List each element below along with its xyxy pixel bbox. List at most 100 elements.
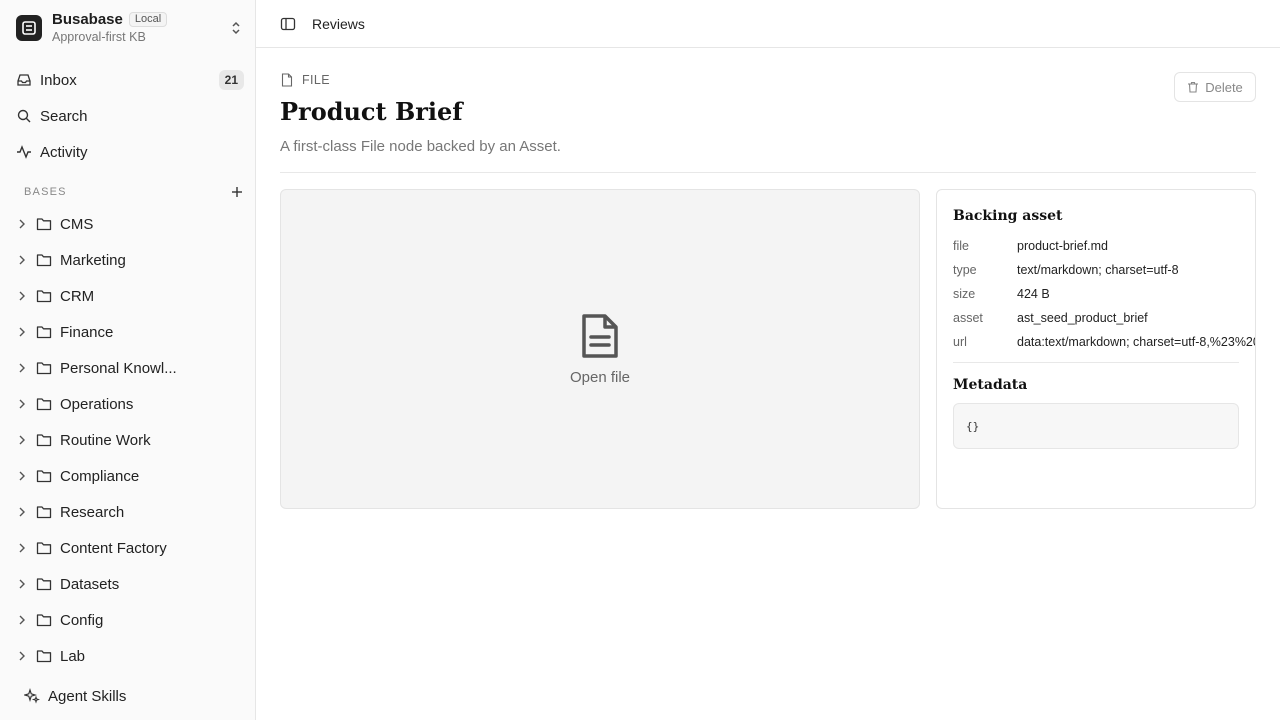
base-item[interactable]: Research	[16, 494, 244, 530]
delete-button[interactable]: Delete	[1174, 72, 1256, 102]
folder-icon	[36, 396, 52, 412]
folder-icon	[36, 648, 52, 664]
bases-list: CMS Marketing CRM Finance Personal Knowl... O…	[16, 206, 244, 674]
chevron-right-icon[interactable]	[16, 506, 28, 518]
asset-value: ast_seed_product_brief	[1017, 311, 1148, 325]
asset-row-type: type text/markdown; charset=utf-8	[953, 263, 1255, 277]
base-item[interactable]: Finance	[16, 314, 244, 350]
details-divider	[953, 362, 1239, 363]
trash-icon	[1187, 81, 1199, 93]
workspace-switcher[interactable]: Busabase Local Approval-first KB	[16, 10, 244, 46]
folder-icon	[36, 504, 52, 520]
asset-key: type	[953, 263, 977, 277]
folder-icon	[36, 468, 52, 484]
file-preview[interactable]: Open file	[280, 189, 920, 509]
base-item-label: CMS	[60, 215, 94, 233]
base-item[interactable]: Personal Knowl...	[16, 350, 244, 386]
base-item-label: Content Factory	[60, 539, 167, 557]
breadcrumb[interactable]: Reviews	[312, 16, 365, 32]
asset-value: product-brief.md	[1017, 239, 1109, 253]
document-icon	[582, 313, 618, 358]
page-description: A first-class File node backed by an Ass…	[280, 138, 561, 155]
base-item-label: Marketing	[60, 251, 126, 269]
plus-icon[interactable]	[230, 185, 244, 199]
base-item-label: Lab	[60, 647, 86, 665]
bases-title: BASES	[24, 186, 67, 198]
chevron-right-icon[interactable]	[16, 434, 28, 446]
base-item[interactable]: CMS	[16, 206, 244, 242]
chevron-right-icon[interactable]	[16, 398, 28, 410]
asset-row-asset: asset ast_seed_product_brief	[953, 311, 1255, 325]
header-divider	[280, 172, 1256, 173]
base-item-label: Personal Knowl...	[60, 359, 177, 377]
delete-label: Delete	[1205, 79, 1243, 95]
workspace-subtitle: Approval-first KB	[52, 30, 146, 45]
chevron-right-icon[interactable]	[16, 326, 28, 338]
asset-row-size: size 424 B	[953, 287, 1255, 301]
folder-icon	[36, 360, 52, 376]
base-item-label: Finance	[60, 323, 114, 341]
open-file-link[interactable]: Open file	[570, 369, 630, 386]
metadata-json: {}	[953, 403, 1239, 449]
bases-header: BASES	[24, 184, 244, 200]
base-item-label: Research	[60, 503, 125, 521]
nav-search-label: Search	[40, 107, 88, 125]
chevron-right-icon[interactable]	[16, 578, 28, 590]
chevron-right-icon[interactable]	[16, 290, 28, 302]
activity-icon	[16, 144, 32, 160]
workspace-badge: Local	[128, 12, 168, 28]
chevron-right-icon[interactable]	[16, 470, 28, 482]
base-item-label: Routine Work	[60, 431, 151, 449]
asset-value: 424 B	[1017, 287, 1050, 301]
workspace-name: Busabase	[52, 11, 123, 29]
asset-row-file: file product-brief.md	[953, 239, 1255, 253]
asset-key: asset	[953, 311, 983, 325]
agent-skills-label: Agent Skills	[48, 687, 127, 705]
asset-key: url	[953, 335, 967, 349]
folder-icon	[36, 216, 52, 232]
chevron-right-icon[interactable]	[16, 614, 28, 626]
inbox-icon	[16, 72, 32, 88]
base-item[interactable]: Config	[16, 602, 244, 638]
details-panel: Backing asset file product-brief.md type…	[936, 189, 1256, 509]
search-icon	[16, 108, 32, 124]
folder-icon	[36, 576, 52, 592]
sidebar: Busabase Local Approval-first KB Inbox 2…	[0, 0, 256, 720]
folder-icon	[36, 324, 52, 340]
base-item[interactable]: Datasets	[16, 566, 244, 602]
nav-agent-skills[interactable]: Agent Skills	[24, 685, 126, 707]
nav-search[interactable]: Search	[16, 103, 244, 129]
base-item[interactable]: Operations	[16, 386, 244, 422]
base-item[interactable]: Content Factory	[16, 530, 244, 566]
folder-icon	[36, 540, 52, 556]
metadata-title: Metadata	[953, 377, 1028, 393]
nav-activity[interactable]: Activity	[16, 139, 244, 165]
node-kind: FILE	[280, 72, 330, 88]
folder-icon	[36, 612, 52, 628]
top-bar: Reviews	[256, 0, 1280, 48]
workspace-logo-icon	[16, 15, 42, 41]
asset-value: text/markdown; charset=utf-8	[1017, 263, 1179, 277]
sidebar-toggle-icon[interactable]	[280, 16, 296, 32]
chevron-right-icon[interactable]	[16, 650, 28, 662]
chevron-up-down-icon[interactable]	[228, 20, 244, 36]
base-item[interactable]: Marketing	[16, 242, 244, 278]
chevron-right-icon[interactable]	[16, 362, 28, 374]
workspace-text: Busabase Local Approval-first KB	[52, 12, 228, 44]
asset-url-value[interactable]: data:text/markdown; charset=utf-8,%23%20…	[1017, 335, 1255, 349]
base-item[interactable]: Routine Work	[16, 422, 244, 458]
base-item[interactable]: CRM	[16, 278, 244, 314]
base-item[interactable]: Lab	[16, 638, 244, 674]
file-icon	[280, 73, 294, 87]
chevron-right-icon[interactable]	[16, 542, 28, 554]
nav-activity-label: Activity	[40, 143, 88, 161]
base-item[interactable]: Compliance	[16, 458, 244, 494]
chevron-right-icon[interactable]	[16, 254, 28, 266]
base-item-label: Config	[60, 611, 104, 629]
base-item-label: Datasets	[60, 575, 120, 593]
base-item-label: Operations	[60, 395, 134, 413]
asset-key: file	[953, 239, 969, 253]
nav-inbox[interactable]: Inbox 21	[16, 67, 244, 93]
sparkles-icon	[24, 688, 40, 704]
chevron-right-icon[interactable]	[16, 218, 28, 230]
